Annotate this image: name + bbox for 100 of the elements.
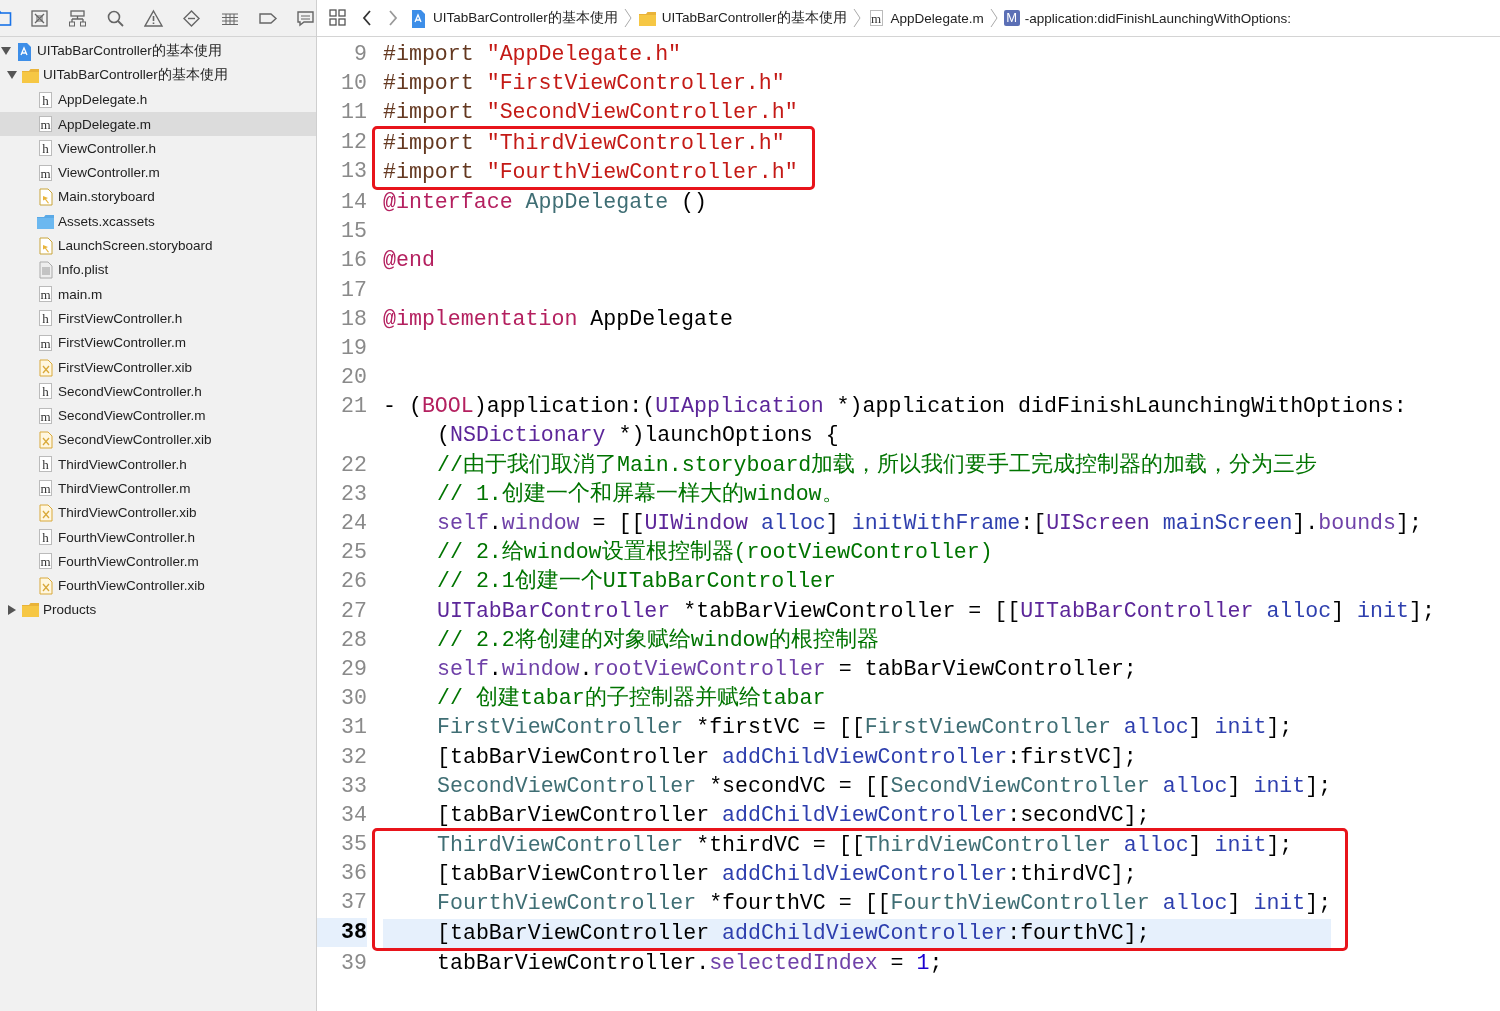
breadcrumb-separator-icon xyxy=(623,8,632,28)
project-file-icon xyxy=(15,41,34,61)
file-tree-item[interactable]: SecondViewController.xib xyxy=(0,427,316,453)
line-number: 23 xyxy=(340,480,367,508)
file-tree-item[interactable]: h ViewController.h xyxy=(0,136,316,161)
navigator-tab[interactable] xyxy=(296,8,316,28)
file-tree-item[interactable]: m FirstViewController.m xyxy=(0,330,316,355)
breadcrumb[interactable]: M -application:didFinishLaunchingWithOptions: xyxy=(1003,10,1292,26)
code-line: // 1.创建一个和屏幕一样大的window。 xyxy=(436,480,845,508)
line-number: 31 xyxy=(340,714,367,742)
file-icon: m xyxy=(869,10,883,26)
file-icon: m xyxy=(39,334,52,351)
file-icon: m xyxy=(39,116,52,133)
file-tree-item[interactable]: m AppDelegate.m xyxy=(0,111,316,137)
navigator-tab[interactable] xyxy=(68,8,88,28)
line-number: 36 xyxy=(340,860,367,888)
code-line: #import "FirstViewController.h" xyxy=(383,70,786,98)
navigator-tab[interactable] xyxy=(182,8,202,28)
forward-chevron-icon xyxy=(387,9,399,27)
file-icon: m xyxy=(39,286,52,303)
code-line: (NSDictionary *)launchOptions { xyxy=(436,422,840,450)
line-number: 14 xyxy=(340,188,367,216)
line-number: 29 xyxy=(340,655,367,683)
collapsed-triangle-icon xyxy=(7,604,17,615)
file-icon: m xyxy=(39,164,52,181)
file-tree-item[interactable]: FirstViewController.xib xyxy=(0,354,316,380)
code-line: UITabBarController *tabBarViewController = [[UITabBarController alloc] init]; xyxy=(436,597,1436,625)
line-number: 32 xyxy=(340,743,367,771)
line-number: 34 xyxy=(340,801,367,829)
code-line: FourthViewController *fourthVC = [[FourthViewController alloc] init]; xyxy=(436,890,1332,918)
file-tree-item[interactable]: m ViewController.m xyxy=(0,160,316,185)
list-file-icon xyxy=(36,260,55,280)
code-line: [tabBarViewController addChildViewController:firstVC]; xyxy=(436,743,1138,771)
expanded-triangle-icon xyxy=(7,70,17,81)
file-tree-item[interactable]: FourthViewController.xib xyxy=(0,573,316,598)
file-tree-item[interactable]: UITabBarController的基本使用 xyxy=(0,63,316,88)
file-tree-item[interactable]: LaunchScreen.storyboard xyxy=(0,233,316,258)
code-line: //由于我们取消了Main.storyboard加载，所以我们要手工完成控制器的加载，分为三步 xyxy=(436,451,1319,479)
file-tree-item[interactable]: ThirdViewController.xib xyxy=(0,500,316,525)
line-number: 20 xyxy=(340,364,367,392)
line-number: 37 xyxy=(340,889,367,917)
code-line: // 2.给window设置根控制器(rootViewController) xyxy=(436,539,994,567)
breadcrumb[interactable]: m AppDelegate.m xyxy=(866,10,984,26)
code-line: SecondViewController *secondVC = [[SecondViewController alloc] init]; xyxy=(436,772,1333,800)
file-tree-item[interactable]: Products xyxy=(0,597,316,623)
code-line: ThirdViewController *thirdVC = [[ThirdViewController alloc] init]; xyxy=(436,832,1294,860)
file-icon: h xyxy=(39,456,52,473)
file-icon: h xyxy=(39,383,52,400)
xib-file-icon xyxy=(36,576,55,596)
warning-icon xyxy=(144,8,164,28)
code-line: tabBarViewController.selectedIndex = 1; xyxy=(436,949,944,977)
storyboard-file-icon xyxy=(36,236,55,255)
navigator-tab[interactable] xyxy=(30,8,50,28)
file-tree-item[interactable]: m FourthViewController.m xyxy=(0,549,316,574)
line-number: 12 xyxy=(340,128,367,156)
file-tree-item[interactable]: Assets.xcassets xyxy=(0,209,316,234)
code-line: [tabBarViewController addChildViewController:secondVC]; xyxy=(436,801,1151,829)
file-tree-item[interactable]: Main.storyboard xyxy=(0,184,316,210)
code-line: @end xyxy=(383,247,436,275)
file-tree-item[interactable]: m ThirdViewController.m xyxy=(0,476,316,501)
breadcrumb[interactable]: UITabBarController的基本使用 xyxy=(409,8,618,28)
file-tree-item[interactable]: Info.plist xyxy=(0,257,316,282)
diamond-icon xyxy=(182,8,202,28)
storyboard-file-icon xyxy=(36,187,55,207)
file-icon: m xyxy=(39,407,52,424)
line-number: 21 xyxy=(340,393,367,421)
file-icon: h xyxy=(39,529,52,546)
line-number: 33 xyxy=(340,772,367,800)
code-line: @implementation AppDelegate xyxy=(383,305,734,333)
line-number: 16 xyxy=(340,247,367,275)
hierarchy-icon xyxy=(68,8,88,28)
code-line: // 2.2将创建的对象赋给window的根控制器 xyxy=(436,626,880,654)
xib-file-icon xyxy=(36,430,55,450)
line-number: 15 xyxy=(340,218,367,246)
code-line: #import "AppDelegate.h" xyxy=(383,41,683,68)
project-file-icon xyxy=(409,8,428,28)
line-number: 27 xyxy=(340,597,367,625)
line-number: 30 xyxy=(340,685,367,713)
code-line: #import "ThirdViewController.h" xyxy=(383,129,786,157)
file-tree-item[interactable]: m SecondViewController.m xyxy=(0,403,316,428)
file-tree-item[interactable]: m main.m xyxy=(0,281,316,307)
boxed-cross-icon xyxy=(30,8,50,28)
code-line: self.window = [[UIWindow alloc] initWithFrame:[UIScreen mainScreen].bounds]; xyxy=(436,510,1423,537)
file-tree-item[interactable]: h ThirdViewController.h xyxy=(0,452,316,477)
back-chevron-icon xyxy=(361,9,373,27)
breadcrumb[interactable]: UITabBarController的基本使用 xyxy=(637,8,847,28)
navigator-tab[interactable] xyxy=(144,8,164,28)
file-tree-item[interactable]: h AppDelegate.h xyxy=(0,87,316,112)
code-line: [tabBarViewController addChildViewController:thirdVC]; xyxy=(436,861,1138,889)
file-tree-item[interactable]: h SecondViewController.h xyxy=(0,379,316,404)
code-line: - (BOOL)application:(UIApplication *)application didFinishLaunchingWithOptions: xyxy=(383,393,1408,421)
navigator-tab[interactable] xyxy=(106,8,126,28)
file-icon: h xyxy=(39,140,52,157)
file-tree-item[interactable]: UITabBarController的基本使用 xyxy=(0,39,316,64)
expanded-triangle-icon xyxy=(1,46,11,57)
code-line: self.window.rootViewController = tabBarViewController; xyxy=(436,655,1138,683)
file-tree-item[interactable]: h FirstViewController.h xyxy=(0,306,316,331)
file-tree-item[interactable]: h FourthViewController.h xyxy=(0,524,316,550)
code-line: @interface AppDelegate () xyxy=(383,188,708,216)
code-line: // 2.1创建一个UITabBarController xyxy=(436,568,837,596)
